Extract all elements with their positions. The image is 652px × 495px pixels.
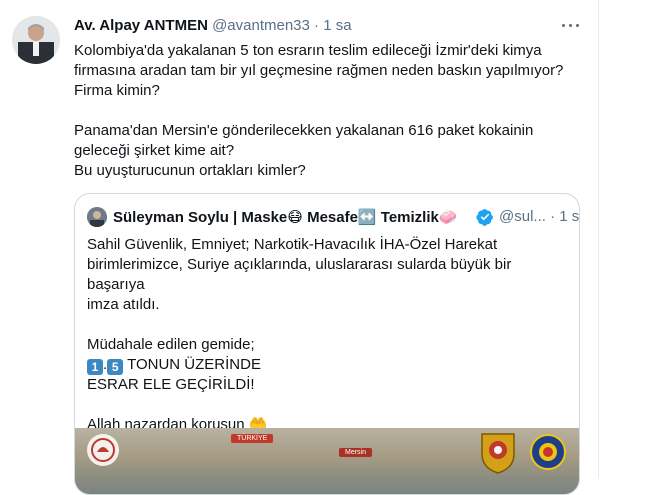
author-avatar[interactable] — [12, 16, 60, 64]
tweet-line: geleceği şirket kime ait? — [74, 142, 235, 159]
timeline-divider — [598, 0, 599, 478]
meta-separator: · — [550, 208, 556, 225]
map-label-turkey: TÜRKİYE — [231, 434, 274, 443]
quoted-handle: @sul... — [499, 208, 546, 225]
tweet-line: Firma kimin? — [74, 82, 160, 99]
author-name[interactable]: Av. Alpay ANTMEN — [74, 17, 208, 34]
tweet-line: Kolombiya'da yakalanan 5 ton esrarın tes… — [74, 42, 542, 59]
tweet-timestamp[interactable]: 1 sa — [323, 17, 351, 34]
tweet-line: Panama'dan Mersin'e gönderilecekken yaka… — [74, 122, 534, 139]
verified-icon — [476, 209, 493, 226]
keycap-digit-icon: 5 — [107, 359, 124, 375]
meta-separator: · — [314, 17, 320, 34]
quoted-line-amount: 1.5 TONUN ÜZERİNDE — [87, 355, 567, 375]
more-icon[interactable] — [560, 14, 582, 36]
map-label-mersin: Mersin — [339, 448, 373, 457]
tweet[interactable]: Av. Alpay ANTMEN @avantmen33 · 1 sa Kolo… — [0, 0, 598, 495]
quoted-meta: @sul... · 1 sa — [499, 208, 580, 225]
tweet-text: Kolombiya'da yakalanan 5 ton esrarın tes… — [74, 41, 574, 181]
quoted-media-image[interactable]: TÜRKİYE Mersin — [75, 428, 579, 494]
quoted-timestamp: 1 sa — [559, 208, 580, 225]
quoted-line: Müdahale edilen gemide; — [87, 336, 255, 353]
quoted-line: Sahil Güvenlik, Emniyet; Narkotik-Havacı… — [87, 236, 498, 253]
police-badge-icon — [530, 434, 566, 470]
quoted-tweet[interactable]: Süleyman Soylu | Maske😷 Mesafe↔️ Temizli… — [74, 193, 580, 495]
quoted-line: birimlerimizce, Suriye açıklarında, ulus… — [87, 256, 512, 293]
quoted-text: Sahil Güvenlik, Emniyet; Narkotik-Havacı… — [87, 235, 567, 435]
tweet-line: Bu uyuşturucunun ortakları kimler? — [74, 162, 306, 179]
gendarmerie-badge-icon — [481, 433, 515, 474]
tweet-line: firmasına aradan tam bir yıl geçmesine r… — [74, 62, 564, 79]
tweet-header: Av. Alpay ANTMEN @avantmen33 · 1 sa — [74, 17, 352, 37]
quoted-author-name: Süleyman Soylu | Maske😷 Mesafe↔️ Temizli… — [113, 209, 458, 226]
quoted-author-avatar — [87, 207, 107, 227]
author-handle[interactable]: @avantmen33 — [212, 17, 310, 34]
quoted-line: imza atıldı. — [87, 296, 160, 313]
quoted-line: ESRAR ELE GEÇİRİLDİ! — [87, 376, 255, 393]
quoted-line: TONUN ÜZERİNDE — [123, 356, 261, 373]
keycap-digit-icon: 1 — [87, 359, 103, 375]
coast-guard-emblem-icon — [87, 434, 119, 466]
